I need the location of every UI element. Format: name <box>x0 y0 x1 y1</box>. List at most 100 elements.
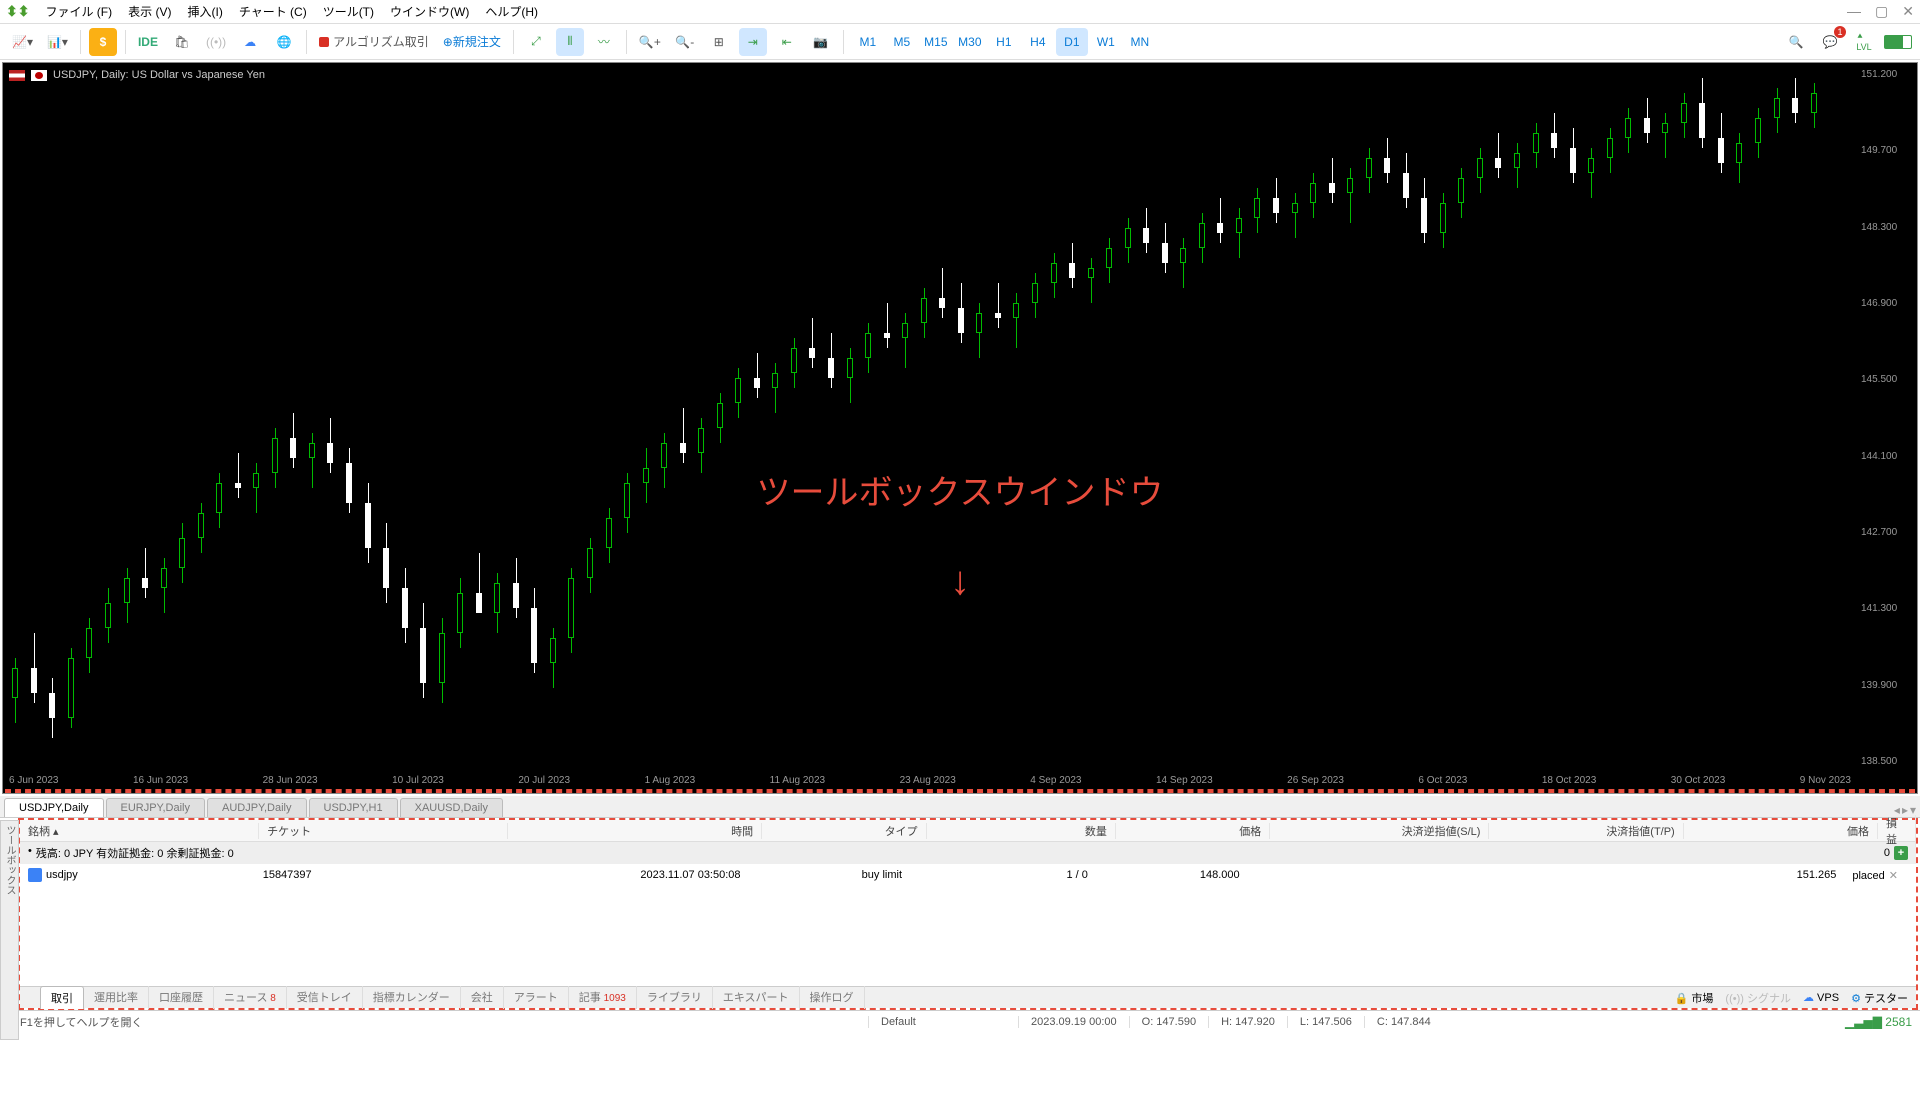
toolbar: 📈▾ 📊▾ $ IDE 🛍 ((•)) ☁ 🌐 アルゴリズム取引 ⊕ 新規注文 … <box>0 24 1920 60</box>
toolbox-tab[interactable]: 取引 <box>40 986 84 1009</box>
search-icon[interactable]: 🔍 <box>1782 28 1810 56</box>
window-maximize-icon[interactable]: ▢ <box>1875 3 1888 20</box>
timeframe-mn[interactable]: MN <box>1124 28 1156 56</box>
signal-icon[interactable]: ((•)) <box>202 28 230 56</box>
symbol-tab[interactable]: USDJPY,Daily <box>4 798 104 817</box>
toolbox-tab[interactable]: ライブラリ <box>637 986 713 1009</box>
menu-tools[interactable]: ツール(T) <box>323 3 374 20</box>
timeframe-w1[interactable]: W1 <box>1090 28 1122 56</box>
status-close: C: 147.844 <box>1364 1016 1443 1028</box>
timeframe-h1[interactable]: H1 <box>988 28 1020 56</box>
col-sl[interactable]: 決済逆指値(S/L) <box>1270 823 1489 839</box>
symbol-tab[interactable]: EURJPY,Daily <box>106 798 206 817</box>
jp-flag-icon <box>31 70 47 81</box>
new-order-button[interactable]: ⊕ 新規注文 <box>439 28 505 56</box>
order-close-icon[interactable]: ✕ <box>1889 870 1898 882</box>
status-open: O: 147.590 <box>1129 1016 1208 1028</box>
statusbar: F1を押してヘルプを開く Default 2023.09.19 00:00 O:… <box>0 1010 1920 1032</box>
symbol-tab[interactable]: AUDJPY,Daily <box>207 798 307 817</box>
toolbox-tab[interactable]: アラート <box>504 986 569 1009</box>
timeframe-m1[interactable]: M1 <box>852 28 884 56</box>
status-datetime: 2023.09.19 00:00 <box>1018 1016 1129 1028</box>
col-time[interactable]: 時間 <box>508 823 762 839</box>
toolbox-tab[interactable]: 口座履歴 <box>149 986 214 1009</box>
zoom-out-icon[interactable]: 🔍- <box>671 28 699 56</box>
toolbox-tab[interactable]: エキスパート <box>713 986 800 1009</box>
status-help: F1を押してヘルプを開く <box>8 1014 868 1030</box>
ide-button[interactable]: IDE <box>134 28 162 56</box>
dollar-icon[interactable]: $ <box>89 28 117 56</box>
menu-help[interactable]: ヘルプ(H) <box>485 3 538 20</box>
toolbox-vertical-label[interactable]: ツールボックス <box>0 820 19 1040</box>
col-price[interactable]: 価格 <box>1116 823 1270 839</box>
price-axis: 151.200149.700148.300146.900145.500144.1… <box>1857 63 1917 773</box>
col-price2[interactable]: 価格 <box>1684 823 1878 839</box>
col-volume[interactable]: 数量 <box>927 823 1116 839</box>
col-ticket[interactable]: チケット <box>259 823 508 839</box>
toolbox-tab[interactable]: 受信トレイ <box>287 986 363 1009</box>
timeframe-m5[interactable]: M5 <box>886 28 918 56</box>
balance-row: • 残高: 0 JPY 有効証拠金: 0 余剰証拠金: 0 0 + <box>20 842 1916 864</box>
grid-icon[interactable]: ⊞ <box>705 28 733 56</box>
scroll-right-icon[interactable]: ⇥ <box>739 28 767 56</box>
menu-view[interactable]: 表示 (V) <box>128 3 171 20</box>
timeframe-m15[interactable]: M15 <box>920 28 952 56</box>
vps-link[interactable]: ☁ VPS <box>1803 991 1839 1004</box>
camera-icon[interactable]: 📷 <box>807 28 835 56</box>
toolbox-panel: 銘柄 ▴ チケット 時間 タイプ 数量 価格 決済逆指値(S/L) 決済指値(T… <box>18 818 1918 1010</box>
menu-insert[interactable]: 挿入(I) <box>187 3 222 20</box>
window-close-icon[interactable]: ✕ <box>1902 3 1914 20</box>
status-high: H: 147.920 <box>1208 1016 1287 1028</box>
signal-link[interactable]: ((•)) シグナル <box>1725 990 1791 1006</box>
toolbox-tab[interactable]: ニュース 8 <box>214 986 287 1009</box>
scroll-left-icon[interactable]: ⇤ <box>773 28 801 56</box>
toolbox-tab[interactable]: 記事 1093 <box>569 986 637 1009</box>
col-symbol[interactable]: 銘柄 ▴ <box>20 823 259 839</box>
candle-icon[interactable]: ⫴ <box>556 28 584 56</box>
menubar: ⬍⬍ ファイル (F) 表示 (V) 挿入(I) チャート (C) ツール(T)… <box>0 0 1920 24</box>
bar-chart-dropdown-icon[interactable]: 📊▾ <box>43 28 72 56</box>
price-chart[interactable]: USDJPY, Daily: US Dollar vs Japanese Yen… <box>2 62 1918 794</box>
timeframe-d1[interactable]: D1 <box>1056 28 1088 56</box>
menu-window[interactable]: ウインドウ(W) <box>390 3 469 20</box>
chart-title: USDJPY, Daily: US Dollar vs Japanese Yen <box>53 69 265 81</box>
add-funds-icon[interactable]: + <box>1894 846 1908 860</box>
col-type[interactable]: タイプ <box>762 823 926 839</box>
status-profile[interactable]: Default <box>868 1016 1018 1028</box>
level-icon[interactable]: ⯅LVL <box>1850 28 1878 56</box>
wave-icon[interactable]: 〰 <box>590 28 618 56</box>
toolbox-tab[interactable]: 会社 <box>461 986 504 1009</box>
toolbox-tab[interactable]: 指標カレンダー <box>363 986 461 1009</box>
status-low: L: 147.506 <box>1287 1016 1364 1028</box>
battery-icon <box>1884 35 1912 49</box>
window-minimize-icon[interactable]: — <box>1847 3 1861 20</box>
symbol-tab[interactable]: XAUUSD,Daily <box>400 798 503 817</box>
col-tp[interactable]: 決済指値(T/P) <box>1489 823 1683 839</box>
menu-file[interactable]: ファイル (F) <box>45 3 112 20</box>
market-link[interactable]: 🔒 市場 <box>1675 990 1714 1006</box>
shopping-bag-icon[interactable]: 🛍 <box>168 28 196 56</box>
tester-link[interactable]: ⚙ テスター <box>1851 990 1908 1006</box>
col-profit[interactable]: 損益 <box>1878 815 1916 847</box>
menu-chart[interactable]: チャート (C) <box>239 3 307 20</box>
order-type-icon <box>28 868 42 882</box>
line-chart-dropdown-icon[interactable]: 📈▾ <box>8 28 37 56</box>
algo-trading-button[interactable]: アルゴリズム取引 <box>315 28 433 56</box>
zoom-in-icon[interactable]: 🔍+ <box>635 28 665 56</box>
symbol-tab[interactable]: USDJPY,H1 <box>309 798 398 817</box>
toolbox-tab[interactable]: 操作ログ <box>800 986 865 1009</box>
app-logo-icon: ⬍⬍ <box>6 3 29 20</box>
order-row[interactable]: usdjpy 15847397 2023.11.07 03:50:08 buy … <box>20 864 1916 886</box>
connection-bars-icon[interactable]: ▁▃▅▇ 2581 <box>1845 1015 1912 1029</box>
crosshair-icon[interactable]: ⤢ <box>522 28 550 56</box>
toolbox-tab[interactable]: 運用比率 <box>84 986 149 1009</box>
symbol-tabs: USDJPY,DailyEURJPY,DailyAUDJPY,DailyUSDJ… <box>0 796 1920 818</box>
globe-icon[interactable]: 🌐 <box>270 28 298 56</box>
timeframe-m30[interactable]: M30 <box>954 28 986 56</box>
timeframe-h4[interactable]: H4 <box>1022 28 1054 56</box>
orders-table-header: 銘柄 ▴ チケット 時間 タイプ 数量 価格 決済逆指値(S/L) 決済指値(T… <box>20 820 1916 842</box>
notification-bell-icon[interactable]: 💬 <box>1816 28 1844 56</box>
cloud-icon[interactable]: ☁ <box>236 28 264 56</box>
us-flag-icon <box>9 70 25 81</box>
toolbox-tabs: 取引運用比率口座履歴ニュース 8受信トレイ指標カレンダー会社アラート記事 109… <box>20 986 1916 1008</box>
